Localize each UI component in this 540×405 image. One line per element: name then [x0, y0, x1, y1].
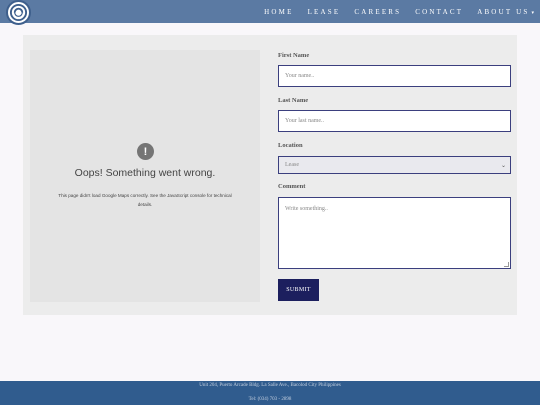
chevron-down-icon: ▾: [531, 10, 534, 16]
error-icon: !: [137, 143, 154, 160]
map-embed[interactable]: ! Oops! Something went wrong. This page …: [30, 50, 260, 302]
chevron-down-icon: ⌄: [500, 162, 506, 169]
nav-lease[interactable]: LEASE: [308, 8, 341, 16]
map-error-detail: This page didn't load Google Maps correc…: [58, 193, 232, 207]
comment-placeholder: Write something..: [285, 206, 328, 212]
resize-handle-icon[interactable]: [504, 262, 509, 267]
footer-telephone: Tel: (034) 703 - 2898: [248, 397, 292, 402]
last-name-field[interactable]: Your last name..: [278, 110, 511, 132]
first-name-field[interactable]: Your name..: [278, 65, 511, 87]
comment-label: Comment: [278, 183, 306, 190]
company-logo-icon[interactable]: [6, 0, 31, 25]
nav-contact[interactable]: CONTACT: [415, 8, 463, 16]
contact-panel: ! Oops! Something went wrong. This page …: [23, 35, 517, 315]
main-nav: HOME LEASE CAREERS CONTACT ABOUT US ▾: [250, 0, 534, 23]
first-name-label: First Name: [278, 52, 310, 59]
location-label: Location: [278, 142, 303, 149]
nav-about-us[interactable]: ABOUT US ▾: [477, 8, 534, 16]
last-name-label: Last Name: [278, 97, 309, 104]
location-select[interactable]: Lease ⌄: [278, 156, 511, 174]
comment-textarea[interactable]: Write something..: [278, 197, 511, 269]
location-value: Lease: [285, 162, 299, 168]
site-footer: Unit 204, Puerto Arcade Bldg. La Salle A…: [0, 381, 540, 405]
map-error-title: Oops! Something went wrong.: [74, 167, 216, 179]
site-header: HOME LEASE CAREERS CONTACT ABOUT US ▾: [0, 0, 540, 25]
nav-about-us-label: ABOUT US: [477, 7, 530, 16]
nav-home[interactable]: HOME: [264, 8, 293, 16]
submit-button[interactable]: SUBMIT: [278, 279, 319, 301]
footer-address: Unit 204, Puerto Arcade Bldg. La Salle A…: [199, 383, 341, 388]
nav-careers[interactable]: CAREERS: [354, 8, 401, 16]
